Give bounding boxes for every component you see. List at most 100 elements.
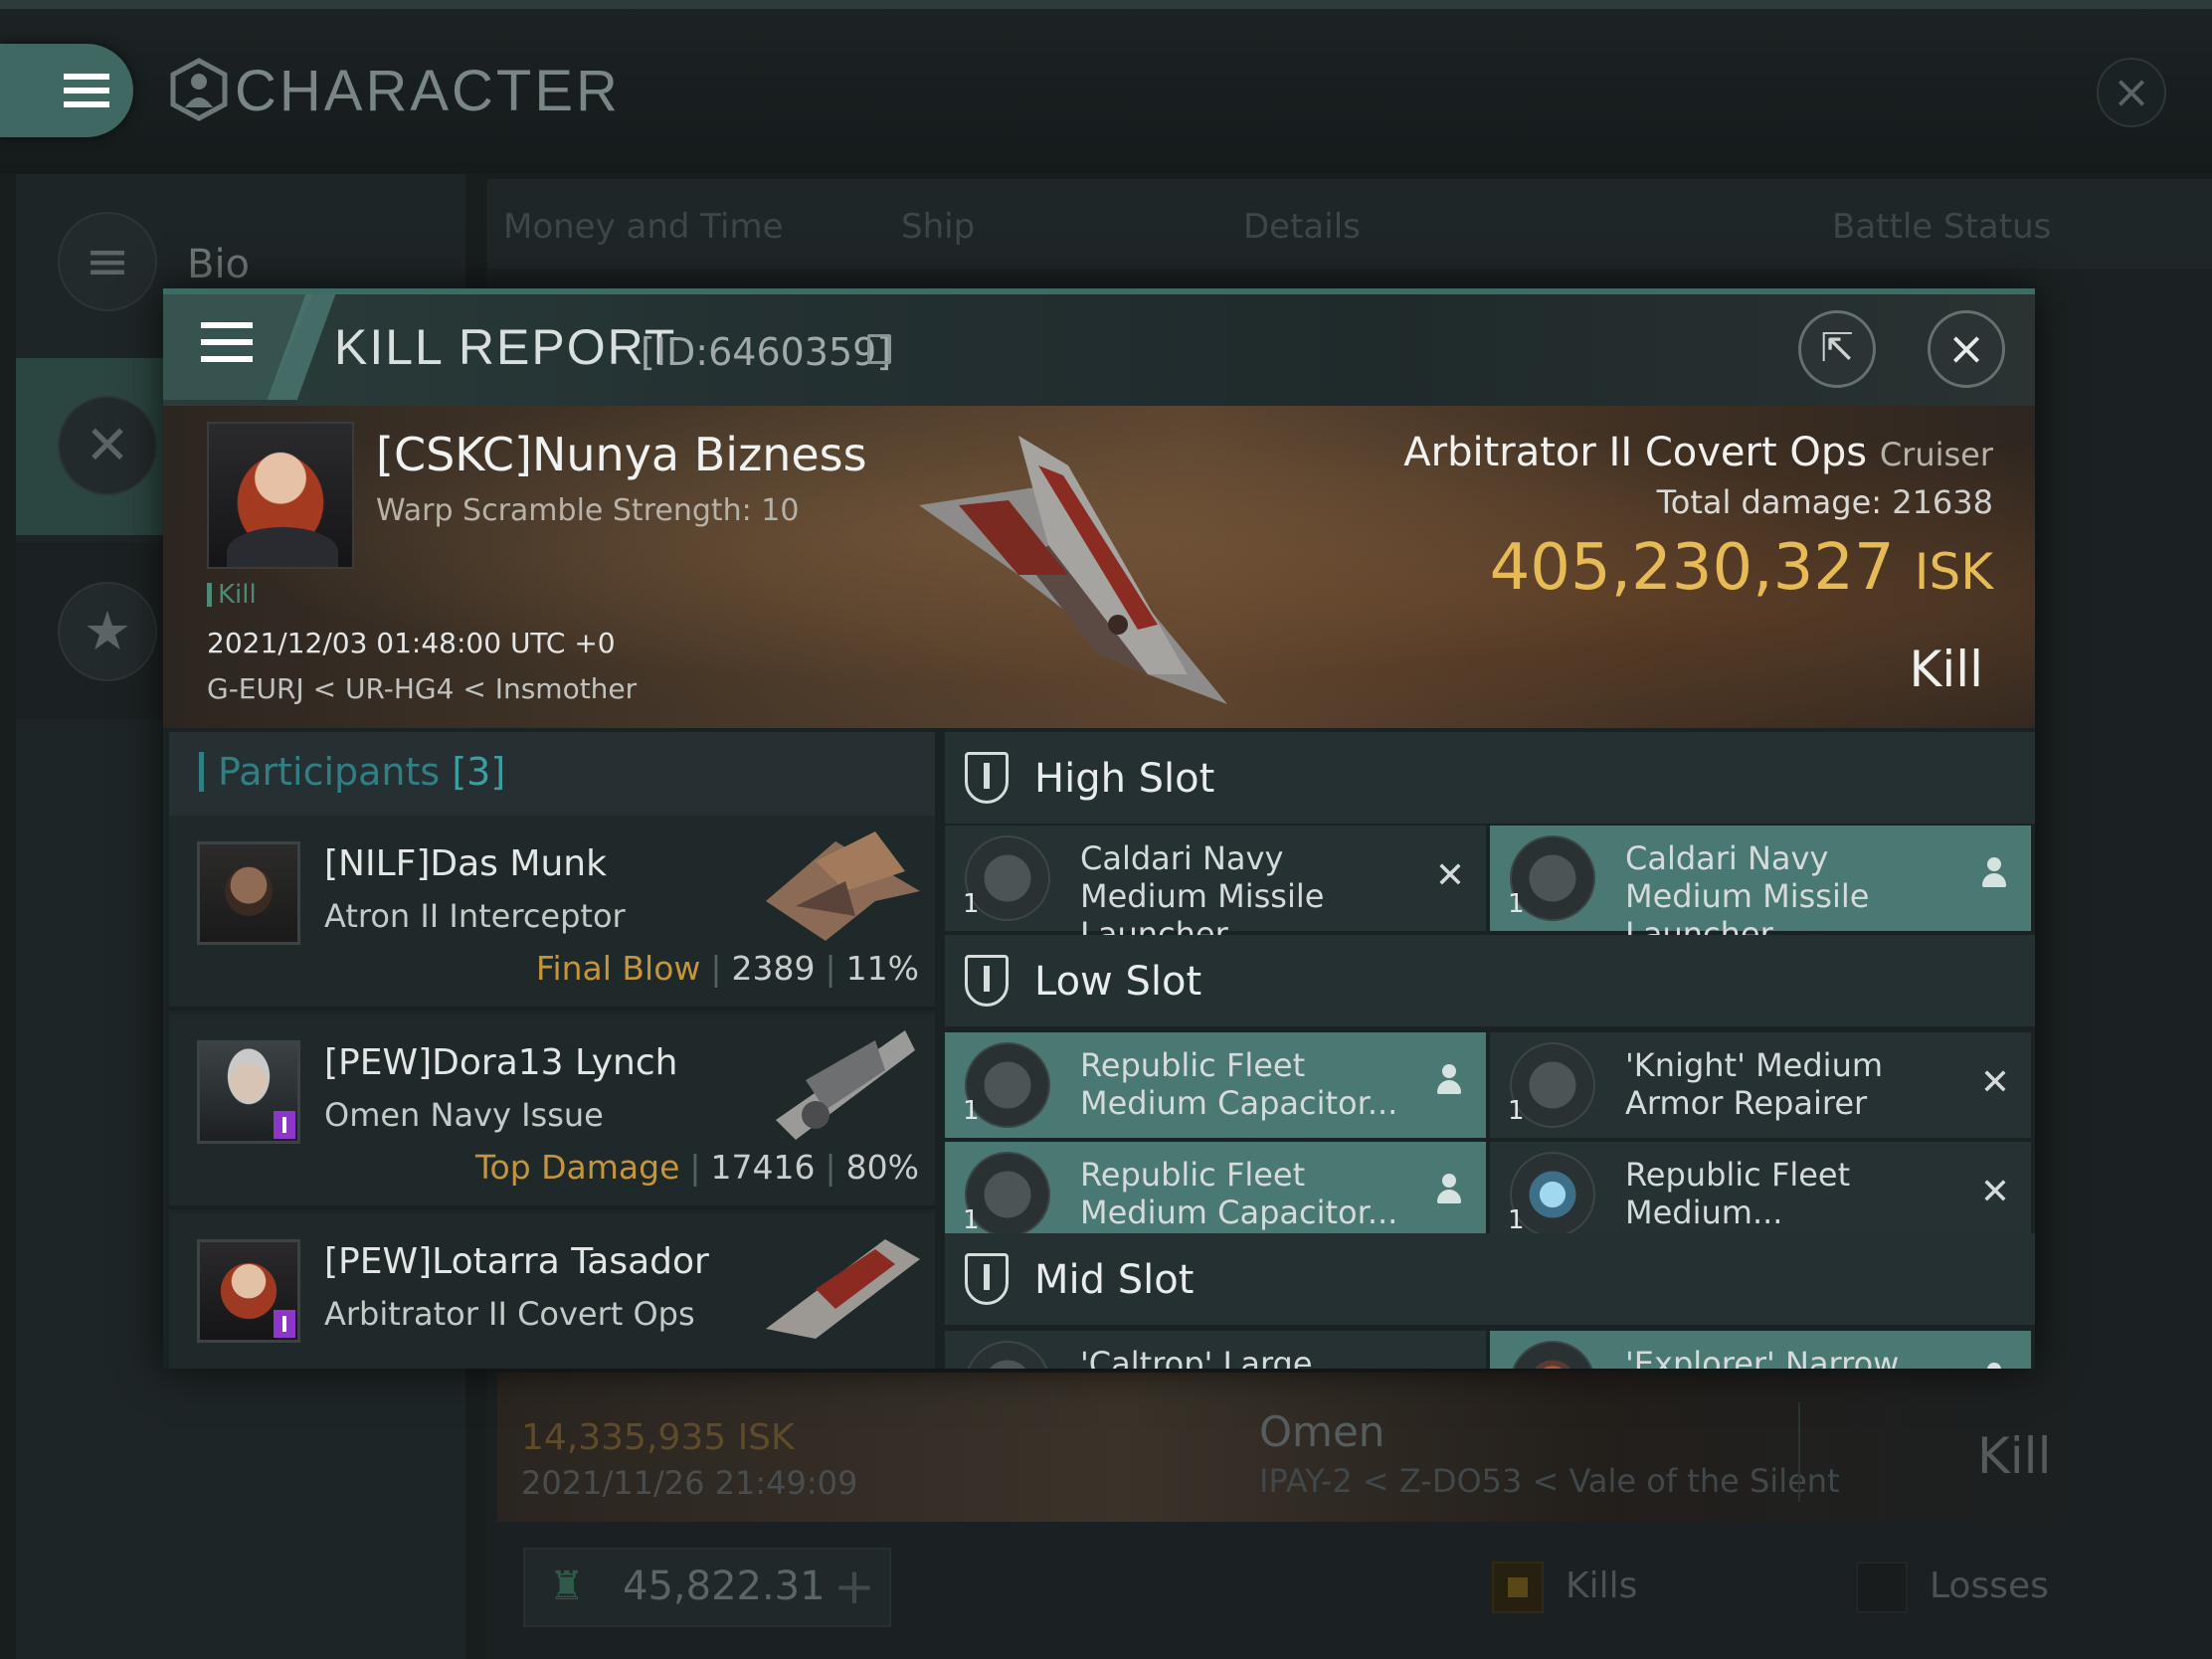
participants-title: Participants [3]: [199, 752, 505, 792]
warp-scramble-strength: Warp Scramble Strength: 10: [376, 493, 800, 528]
victim-portrait[interactable]: [207, 422, 354, 569]
participant-portrait[interactable]: [197, 1239, 300, 1343]
tab-details[interactable]: Details: [1243, 207, 1361, 247]
destroyed-icon: ✕: [1432, 1361, 1468, 1369]
top-damage-label: Top Damage: [474, 1148, 680, 1187]
menu-icon: ≡: [58, 212, 157, 311]
mid-slot-header: Mid Slot: [945, 1233, 2035, 1325]
participant-ship: Arbitrator II Covert Ops: [324, 1295, 695, 1333]
corporation-badge: [274, 1111, 295, 1139]
losses-filter-label: Losses: [1930, 1566, 2049, 1606]
module-quantity: 1: [963, 1205, 980, 1235]
participant-name[interactable]: [PEW]Dora13 Lynch: [324, 1042, 677, 1083]
module-name: Republic Fleet Medium Capacitor...: [1080, 1046, 1398, 1122]
main-menu-button[interactable]: [0, 44, 133, 137]
destroyed-icon: ✕: [1434, 855, 1466, 896]
window-close-button[interactable]: ×: [2097, 58, 2166, 127]
module-low-2[interactable]: 1 'Knight' Medium Armor Repairer ✕: [1490, 1032, 2031, 1138]
participant-name[interactable]: [NILF]Das Munk: [324, 843, 607, 884]
kill-report-dialog: KILL REPORT [ID:6460359] ⇱ × [CSKC]Nunya…: [163, 288, 2035, 1369]
participant-ship-image: [766, 1239, 920, 1339]
participant-row[interactable]: [NILF]Das Munk Atron II Interceptor Fina…: [169, 816, 935, 1011]
destroyed-icon: ✕: [1979, 1062, 2011, 1103]
isk-value: 405,230,327 ISK: [1158, 531, 1993, 605]
hamburger-icon: [201, 322, 253, 362]
balance-value: 45,822.31: [623, 1564, 826, 1609]
high-slot-label: High Slot: [1034, 756, 1215, 802]
tab-ship[interactable]: Ship: [901, 207, 975, 247]
tab-money-and-time[interactable]: Money and Time: [503, 207, 784, 247]
fitting-panel: High Slot 1 Caldari Navy Medium Missile …: [945, 732, 2035, 1369]
module-name: Republic Fleet Medium Capacitor...: [1080, 1156, 1398, 1231]
module-quantity: 1: [1508, 1205, 1525, 1235]
external-link-icon: ⇱: [1820, 325, 1854, 371]
module-high-1[interactable]: 1 Caldari Navy Medium Missile Launcher ✕: [945, 826, 1486, 953]
row-isk-value: 14,335,935 ISK: [521, 1417, 795, 1458]
module-name: 'Knight' Medium Armor Repairer: [1625, 1046, 1884, 1122]
add-balance-button[interactable]: +: [833, 1558, 875, 1615]
participant-portrait[interactable]: [197, 841, 300, 945]
participant-ship: Omen Navy Issue: [324, 1096, 604, 1134]
share-button[interactable]: ⇱: [1798, 310, 1876, 388]
module-low-4[interactable]: 1 Republic Fleet Medium... ✕: [1490, 1142, 2031, 1247]
participants-header: Participants [3]: [169, 732, 935, 816]
isk-amount: 405,230,327: [1489, 531, 1895, 605]
module-quantity: 1: [963, 889, 980, 919]
sidebar-item-label: Bio: [187, 242, 251, 287]
module-quantity: 1: [1508, 1096, 1525, 1126]
low-slot-label: Low Slot: [1034, 959, 1202, 1005]
scanner-icon: [1510, 1341, 1595, 1369]
total-damage-label: Total damage:: [1656, 483, 1883, 521]
participant-stats: Final Blow | 2389 | 11%: [535, 949, 919, 988]
mid-slot-icon: [965, 1253, 1009, 1305]
module-mid-2[interactable]: 'Explorer' Narrow: [1490, 1331, 2031, 1369]
total-damage: Total damage: 21638: [1158, 483, 1993, 521]
module-quantity: 1: [1508, 889, 1525, 919]
kills-filter-checkbox[interactable]: [1492, 1562, 1544, 1613]
star-icon: ★: [58, 582, 157, 681]
low-slot-header: Low Slot: [945, 935, 2035, 1026]
crossed-swords-icon: ✕: [58, 396, 157, 495]
participant-row[interactable]: [PEW]Lotarra Tasador Arbitrator II Cover…: [169, 1213, 935, 1369]
module-mid-1[interactable]: 'Caltrop' Large ✕: [945, 1331, 1486, 1369]
dialog-title: KILL REPORT: [334, 319, 677, 375]
ship-name[interactable]: Arbitrator II Covert Ops Cruiser: [1158, 430, 1993, 475]
window-title: CHARACTER: [235, 59, 621, 123]
close-icon: ×: [1946, 321, 1986, 375]
module-low-3[interactable]: 1 Republic Fleet Medium Capacitor...: [945, 1142, 1486, 1247]
participant-ship-image: [776, 1030, 915, 1140]
participant-row[interactable]: [PEW]Dora13 Lynch Omen Navy Issue Top Da…: [169, 1014, 935, 1209]
module-quantity: 1: [963, 1096, 980, 1126]
participant-name[interactable]: [PEW]Lotarra Tasador: [324, 1241, 709, 1282]
total-damage-value: 21638: [1892, 483, 1993, 521]
kill-outcome: Kill: [1909, 641, 1983, 698]
module-name: 'Caltrop' Large: [1080, 1345, 1313, 1369]
high-slot-icon: [965, 752, 1009, 804]
ship-class: Cruiser: [1879, 436, 1993, 473]
victim-summary: [CSKC]Nunya Bizness Warp Scramble Streng…: [163, 406, 2035, 728]
module-high-2[interactable]: 1 Caldari Navy Medium Missile Launcher: [1490, 826, 2031, 953]
tab-battle-status[interactable]: Battle Status: [1832, 207, 2051, 247]
participants-panel: Participants [3] [NILF]Das Munk Atron II…: [169, 732, 935, 1369]
kills-filter-label: Kills: [1566, 1566, 1638, 1606]
copy-icon[interactable]: [867, 334, 891, 364]
character-icon: [170, 58, 228, 121]
participant-stats: Top Damage | 17416 | 80%: [474, 1148, 919, 1187]
participant-ship-image: [766, 831, 920, 941]
losses-filter-checkbox[interactable]: [1856, 1562, 1908, 1613]
participant-ship: Atron II Interceptor: [324, 897, 626, 935]
row-date: 2021/11/26 21:49:09: [521, 1464, 858, 1502]
dialog-close-button[interactable]: ×: [1928, 310, 2005, 388]
kill-location[interactable]: G-EURJ < UR-HG4 < Insmother: [207, 672, 637, 705]
module-low-1[interactable]: 1 Republic Fleet Medium Capacitor...: [945, 1032, 1486, 1138]
mid-slot-label: Mid Slot: [1034, 1257, 1195, 1303]
row-ship: Omen: [1259, 1407, 1385, 1456]
module-name: 'Explorer' Narrow: [1625, 1345, 1900, 1369]
kill-report-id: [ID:6460359]: [641, 330, 892, 374]
low-slot-icon: [965, 955, 1009, 1007]
participant-portrait[interactable]: [197, 1040, 300, 1144]
victim-name[interactable]: [CSKC]Nunya Bizness: [376, 428, 867, 481]
participant-damage: 17416: [710, 1148, 816, 1187]
kill-datetime: 2021/12/03 01:48:00 UTC +0: [207, 627, 616, 659]
destroyed-icon: ✕: [1979, 1172, 2011, 1212]
